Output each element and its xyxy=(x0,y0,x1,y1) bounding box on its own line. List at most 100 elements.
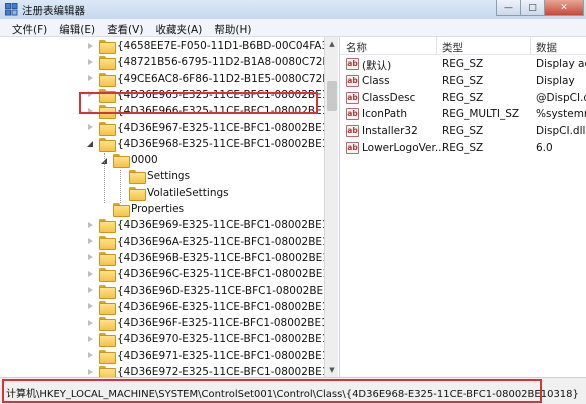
expand-arrow-icon[interactable] xyxy=(86,253,95,262)
tree-item[interactable]: 0000 xyxy=(100,152,158,169)
tree-item[interactable]: Properties xyxy=(100,201,184,217)
value-type: REG_SZ xyxy=(442,74,484,87)
tree-item[interactable]: Settings xyxy=(116,168,190,185)
tree-item[interactable]: {48721B56-6795-11D2-B1A8-0080C72E74A2} xyxy=(86,54,324,71)
expand-arrow-icon[interactable] xyxy=(86,221,95,230)
tree-item[interactable]: {4658EE7E-F050-11D1-B6BD-00C04FA372A7} xyxy=(86,38,324,54)
expand-arrow-icon[interactable] xyxy=(86,302,95,311)
registry-editor-window: 注册表编辑器 — □ ✕ 文件(F) 编辑(E) 查看(V) 收藏夹(A) 帮助… xyxy=(0,0,586,404)
column-divider[interactable] xyxy=(436,37,437,55)
expand-arrow-icon[interactable] xyxy=(86,286,95,295)
value-type: REG_SZ xyxy=(442,58,484,70)
scroll-up-arrow-icon[interactable]: ▲ xyxy=(325,37,339,51)
value-name: (默认) xyxy=(362,60,392,72)
folder-icon xyxy=(113,203,130,217)
column-divider[interactable] xyxy=(530,37,531,55)
tree-item[interactable]: {4D36E972-E325-11CE-BFC1-08002BE10318} xyxy=(86,364,324,377)
menu-favorites[interactable]: 收藏夹(A) xyxy=(149,19,208,36)
tree-item[interactable]: {4D36E967-E325-11CE-BFC1-08002BE10318} xyxy=(86,120,324,136)
column-header-data[interactable]: 数据 xyxy=(536,40,557,55)
string-value-icon: ab xyxy=(346,142,359,154)
value-row[interactable]: abIconPath REG_MULTI_SZ %systemroo xyxy=(340,106,586,123)
folder-icon xyxy=(99,284,116,299)
string-value-icon: ab xyxy=(346,91,359,104)
column-header-name[interactable]: 名称 xyxy=(346,40,367,55)
tree-item[interactable]: {4D36E971-E325-11CE-BFC1-08002BE10318} xyxy=(86,348,324,364)
tree-item-label: {4D36E96C-E325-11CE-BFC1-08002BE10318} xyxy=(117,268,324,281)
tree-item[interactable]: {4D36E969-E325-11CE-BFC1-08002BE10318} xyxy=(86,217,324,234)
tree-item[interactable]: {4D36E96F-E325-11CE-BFC1-08002BE10318} xyxy=(86,315,324,332)
registry-key-tree: {4658EE7E-F050-11D1-B6BD-00C04FA372A7} {4… xyxy=(0,37,324,377)
tree-guide-line xyxy=(104,153,105,203)
window-title: 注册表编辑器 xyxy=(22,5,85,17)
folder-icon xyxy=(129,186,146,201)
tree-guide-line xyxy=(120,170,121,203)
value-name: Installer32 xyxy=(362,125,418,138)
registry-app-icon xyxy=(5,3,18,16)
tree-item-label: Properties xyxy=(131,203,185,215)
tree-item[interactable]: {4D36E96E-E325-11CE-BFC1-08002BE10318} xyxy=(86,299,324,315)
column-headers: 名称 类型 数据 xyxy=(340,37,586,55)
minimize-button[interactable]: — xyxy=(496,0,521,16)
tree-item-label: {4D36E96F-E325-11CE-BFC1-08002BE10318} xyxy=(117,317,324,330)
menu-file[interactable]: 文件(F) xyxy=(6,19,53,36)
tree-item[interactable]: {4D36E96C-E325-11CE-BFC1-08002BE10318} xyxy=(86,266,324,283)
tree-item[interactable]: {4D36E970-E325-11CE-BFC1-08002BE10318} xyxy=(86,331,324,348)
string-value-icon: ab xyxy=(346,58,359,70)
expand-arrow-icon[interactable] xyxy=(86,58,95,67)
tree-item-label: 0000 xyxy=(131,154,158,167)
tree-item-selected[interactable]: {4D36E968-E325-11CE-BFC1-08002BE10318} xyxy=(86,136,324,152)
value-row[interactable]: abClassDesc REG_SZ @DispCI.dll xyxy=(340,90,586,107)
menu-view[interactable]: 查看(V) xyxy=(101,19,149,36)
tree-item[interactable]: {4D36E96B-E325-11CE-BFC1-08002BE10318} xyxy=(86,250,324,266)
menu-help[interactable]: 帮助(H) xyxy=(208,19,257,36)
tree-item[interactable]: {4D36E96A-E325-11CE-BFC1-08002BE10318} xyxy=(86,234,324,250)
scroll-down-arrow-icon[interactable]: ▼ xyxy=(325,363,339,377)
folder-icon xyxy=(99,251,116,266)
folder-icon xyxy=(99,219,116,234)
column-header-type[interactable]: 类型 xyxy=(442,40,463,55)
title-bar[interactable]: 注册表编辑器 — □ ✕ xyxy=(0,0,586,19)
expand-arrow-icon[interactable] xyxy=(86,42,95,51)
value-row[interactable]: ab LowerLogoVer... REG_SZ 6.0 xyxy=(340,140,586,157)
folder-icon xyxy=(99,56,116,71)
tree-item-label: {4D36E971-E325-11CE-BFC1-08002BE10318} xyxy=(117,349,324,362)
tree-item[interactable]: {49CE6AC8-6F86-11D2-B1E5-0080C72E74A2} xyxy=(86,71,324,87)
tree-item-label: {4D36E96B-E325-11CE-BFC1-08002BE10318} xyxy=(117,251,324,264)
folder-icon xyxy=(99,366,116,377)
tree-item-label: {4D36E968-E325-11CE-BFC1-08002BE10318} xyxy=(117,137,324,150)
expand-arrow-icon[interactable] xyxy=(86,368,95,377)
expand-arrow-icon[interactable] xyxy=(86,351,95,360)
expand-arrow-icon[interactable] xyxy=(86,270,95,279)
value-row[interactable]: abInstaller32 REG_SZ DispCI.dll,D xyxy=(340,123,586,140)
selected-key-highlight-box xyxy=(79,92,318,114)
maximize-button[interactable]: □ xyxy=(520,0,545,16)
expand-arrow-icon[interactable] xyxy=(86,237,95,246)
tree-item-label: {49CE6AC8-6F86-11D2-B1E5-0080C72E74A2} xyxy=(117,72,324,85)
folder-icon xyxy=(99,300,116,315)
tree-item-label: {4D36E96A-E325-11CE-BFC1-08002BE10318} xyxy=(117,235,324,248)
tree-item-label: {48721B56-6795-11D2-B1A8-0080C72E74A2} xyxy=(117,56,324,69)
current-key-path: 计算机\HKEY_LOCAL_MACHINE\SYSTEM\ControlSet… xyxy=(6,389,579,400)
tree-item[interactable]: {4D36E96D-E325-11CE-BFC1-08002BE10318} xyxy=(86,283,324,299)
value-row[interactable]: ab Class REG_SZ Display xyxy=(340,73,586,90)
expand-arrow-icon[interactable] xyxy=(86,335,95,344)
collapse-arrow-icon[interactable] xyxy=(86,139,95,148)
tree-item[interactable]: VolatileSettings xyxy=(116,185,229,201)
expand-arrow-icon[interactable] xyxy=(86,319,95,328)
expand-arrow-icon[interactable] xyxy=(86,74,95,83)
folder-icon xyxy=(99,72,116,87)
close-button[interactable]: ✕ xyxy=(544,0,584,16)
folder-icon xyxy=(99,40,116,54)
folder-icon xyxy=(99,268,116,283)
value-data: DispCI.dll,D xyxy=(536,125,586,138)
folder-icon xyxy=(99,137,116,152)
folder-icon xyxy=(99,121,116,136)
scrollbar-thumb[interactable] xyxy=(327,81,337,111)
values-list: 名称 类型 数据 ab(默认)REG_SZDisplay adaabClassR… xyxy=(339,37,586,377)
expand-arrow-icon[interactable] xyxy=(86,123,95,132)
menu-edit[interactable]: 编辑(E) xyxy=(53,19,101,36)
tree-scrollbar[interactable]: ▲ ▼ xyxy=(324,37,338,377)
value-row[interactable]: ab(默认) REG_SZ Display ada xyxy=(340,56,586,73)
